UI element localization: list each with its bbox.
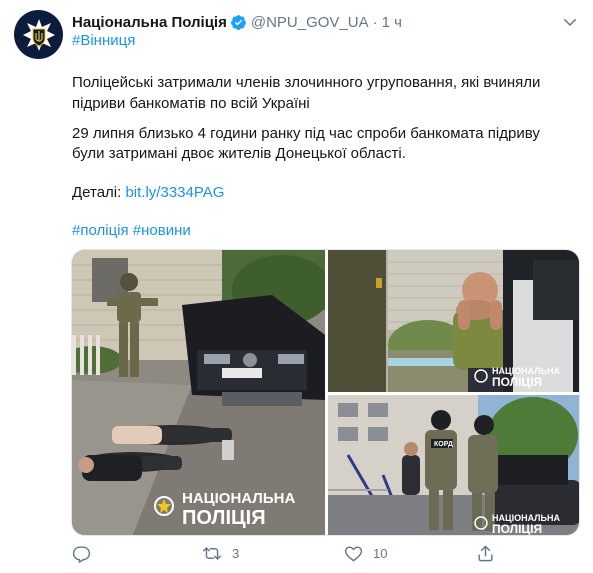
body-text-line: Поліцейські затримали членів злочинного … [72, 74, 541, 91]
verified-badge-icon [230, 14, 247, 31]
police-emblem-icon [22, 18, 55, 51]
watermark-line1: НАЦІОНАЛЬНА [182, 490, 295, 507]
tweet-header: Національна Поліція @NPU_GOV_UA · 1 ч [72, 11, 579, 33]
heart-icon [344, 546, 363, 562]
photo-detainee-close[interactable]: НАЦІОНАЛЬНА ПОЛІЦІЯ [328, 250, 579, 392]
details-link[interactable]: bit.ly/3334PAG [125, 184, 224, 201]
separator: · [372, 13, 378, 31]
chevron-down-icon[interactable] [561, 13, 579, 35]
author-name[interactable]: Національна Поліція [72, 14, 227, 31]
avatar[interactable] [14, 10, 63, 59]
media-grid: НАЦІОНАЛЬНА ПОЛІЦІЯ НАЦІОНАЛЬНА ПОЛІЦІЯ … [71, 249, 580, 536]
share-button[interactable] [476, 544, 495, 563]
body-text-line: 29 липня близько 4 години ранку під час … [72, 125, 540, 142]
retweet-icon [202, 547, 222, 560]
small-watermark-line2: ПОЛІЦІЯ [492, 522, 542, 536]
small-watermark-line2: ПОЛІЦІЯ [492, 375, 542, 389]
reply-button[interactable] [72, 544, 91, 563]
retweet-button[interactable]: 3 [202, 544, 239, 563]
tweet-actions: 3 10 [72, 544, 512, 566]
location-hashtag[interactable]: #Вінниця [72, 31, 135, 51]
details-line: Деталі: bit.ly/3334PAG [72, 183, 224, 203]
hashtag-police[interactable]: #поліція [72, 222, 129, 239]
photo-kord-officers[interactable]: КОРД НАЦІОНАЛЬНА ПОЛІЦІЯ [328, 395, 579, 536]
watermark-line2: ПОЛІЦІЯ [182, 507, 266, 529]
body-text-line: підриви банкоматів по всій Україні [72, 95, 310, 112]
retweet-count: 3 [232, 546, 240, 561]
details-label: Деталі: [72, 184, 126, 201]
like-button[interactable]: 10 [344, 544, 387, 563]
like-count: 10 [373, 546, 388, 561]
timestamp[interactable]: 1 ч [382, 14, 402, 31]
hashtags-line: #поліція #новини [72, 221, 191, 241]
photo-arrest-scene[interactable]: НАЦІОНАЛЬНА ПОЛІЦІЯ [72, 250, 325, 535]
hashtag-news[interactable]: #новини [133, 222, 191, 239]
body-text-line: були затримані двоє жителів Донецької об… [72, 145, 406, 162]
reply-icon [72, 546, 91, 563]
author-handle[interactable]: @NPU_GOV_UA [251, 14, 369, 31]
vest-label: КОРД [434, 441, 453, 448]
share-icon [478, 545, 493, 562]
